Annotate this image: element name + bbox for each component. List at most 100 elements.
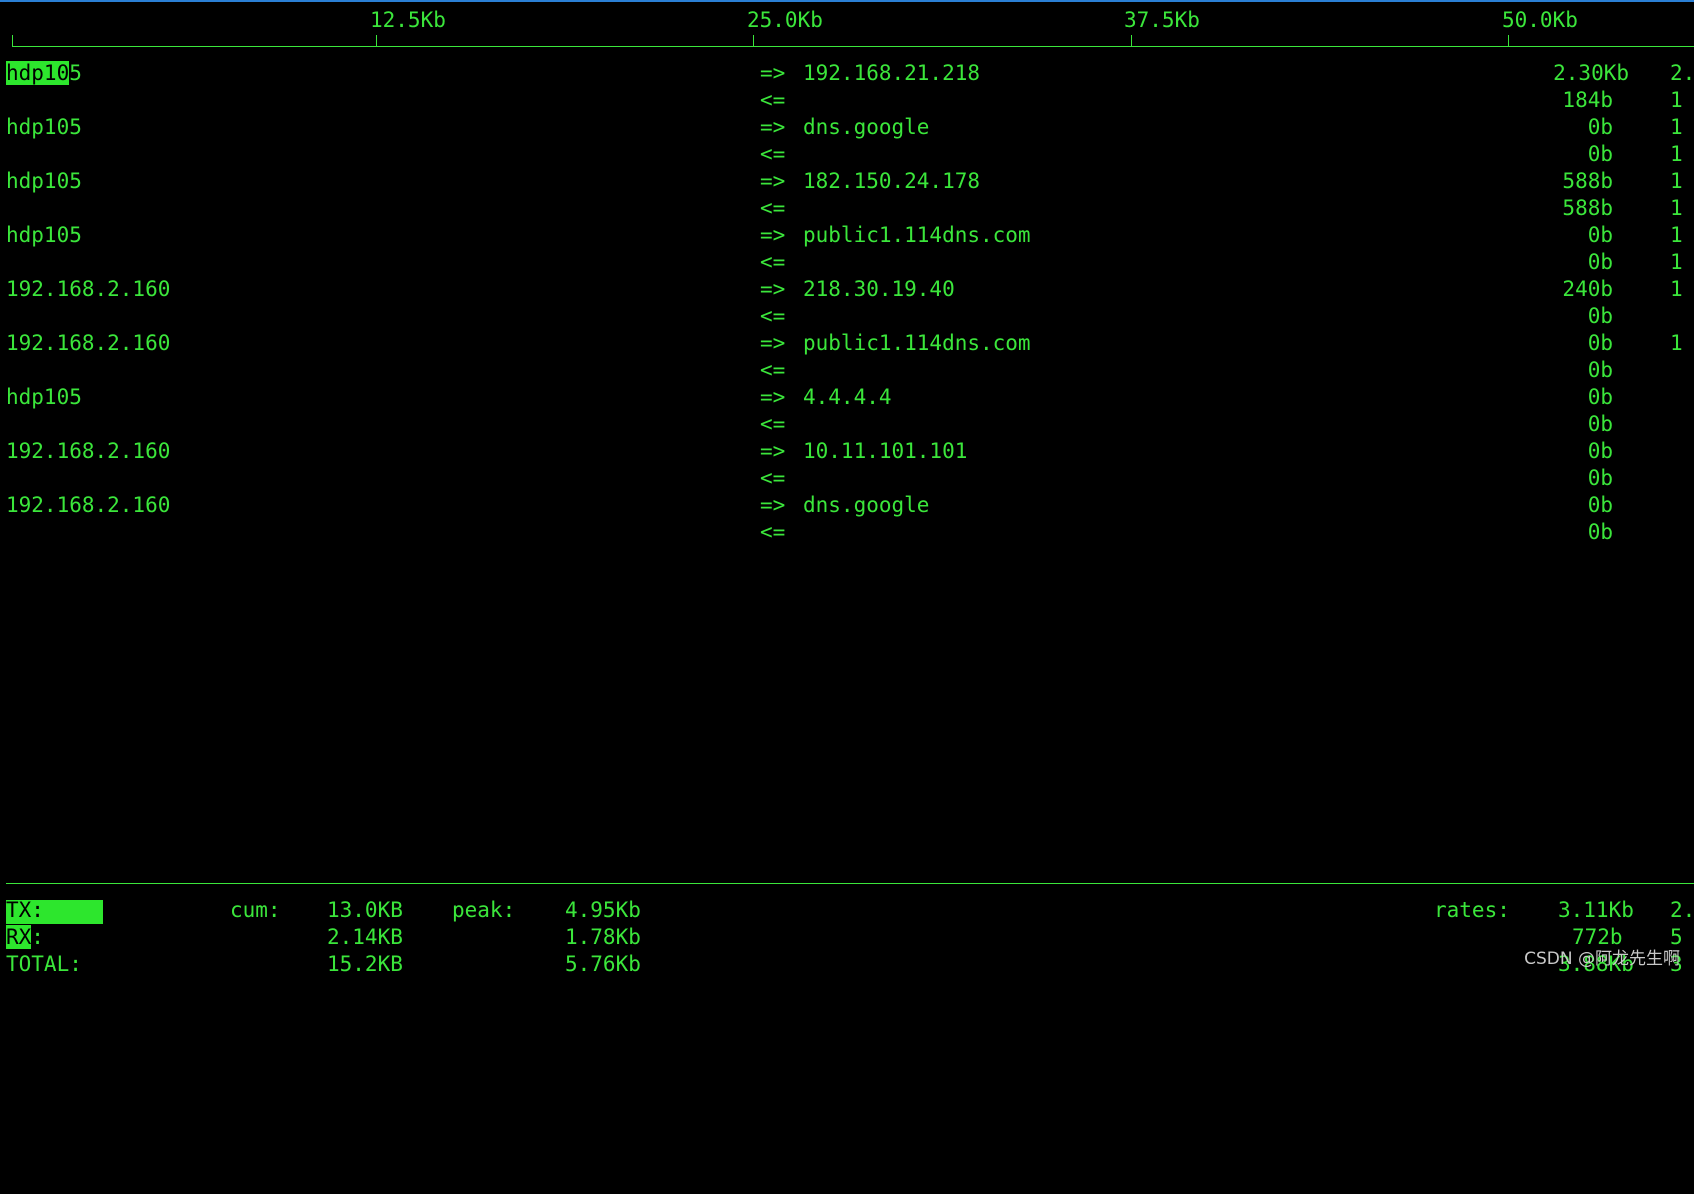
tx-totals-row: TX: cum: 13.0KB peak: 4.95Kb rates: 3.11… bbox=[0, 897, 1694, 924]
destination-host: 4.4.4.4 bbox=[803, 385, 892, 409]
destination-host: dns.google bbox=[803, 493, 930, 517]
destination-host: dns.google bbox=[803, 115, 930, 139]
destination-host: public1.114dns.com bbox=[803, 223, 1031, 247]
rx-rate: 0b bbox=[1587, 304, 1613, 328]
destination-host: 182.150.24.178 bbox=[803, 169, 981, 193]
rates-label: rates: bbox=[1434, 898, 1510, 922]
source-host: 192.168.2.160 bbox=[6, 277, 171, 301]
tx-rate: 240b bbox=[1562, 277, 1613, 301]
total-label: TOTAL: bbox=[6, 952, 82, 976]
connection-row-out[interactable]: hdp105 => 4.4.4.4 0b bbox=[0, 384, 1694, 411]
total-cum-value: 15.2KB bbox=[327, 952, 403, 976]
connection-row-out[interactable]: hdp105 => 182.150.24.178 588b 1 bbox=[0, 168, 1694, 195]
destination-host: public1.114dns.com bbox=[803, 331, 1031, 355]
rx-rate: 0b bbox=[1587, 142, 1613, 166]
tx-rate-truncated: 1 bbox=[1670, 277, 1683, 301]
peak-label: peak: bbox=[452, 898, 516, 922]
tx-rate-truncated: 1 bbox=[1670, 331, 1683, 355]
source-host: hdp105 bbox=[6, 61, 82, 85]
connection-row-out[interactable]: 192.168.2.160 => 10.11.101.101 0b bbox=[0, 438, 1694, 465]
outgoing-arrow: => bbox=[760, 331, 786, 355]
tx-cum-value: 13.0KB bbox=[327, 898, 403, 922]
csdn-watermark: CSDN @阿龙先生啊 bbox=[1524, 949, 1680, 969]
tx-rate-truncated: 1 bbox=[1670, 169, 1683, 193]
outgoing-arrow: => bbox=[760, 61, 786, 85]
incoming-arrow: <= bbox=[760, 520, 786, 544]
incoming-arrow: <= bbox=[760, 358, 786, 382]
tx-rate: 0b bbox=[1587, 385, 1613, 409]
selected-cursor: hdp10 bbox=[6, 61, 70, 85]
outgoing-arrow: => bbox=[760, 439, 786, 463]
connection-row-in: <= 0b bbox=[0, 303, 1694, 330]
source-host: 192.168.2.160 bbox=[6, 439, 171, 463]
scale-label-4: 50.0Kb bbox=[1502, 8, 1578, 32]
incoming-arrow: <= bbox=[760, 466, 786, 490]
incoming-arrow: <= bbox=[760, 196, 786, 220]
connection-row-out[interactable]: 192.168.2.160 => 218.30.19.40 240b 1 bbox=[0, 276, 1694, 303]
outgoing-arrow: => bbox=[760, 277, 786, 301]
incoming-arrow: <= bbox=[760, 250, 786, 274]
rx-rate: 0b bbox=[1587, 412, 1613, 436]
rx-rate-truncated: 1 bbox=[1670, 250, 1683, 274]
incoming-arrow: <= bbox=[760, 304, 786, 328]
window-top-border bbox=[0, 0, 1694, 2]
tx-rate: 0b bbox=[1587, 115, 1613, 139]
connection-row-in: <= 588b 1 bbox=[0, 195, 1694, 222]
tx-rate: 0b bbox=[1587, 493, 1613, 517]
outgoing-arrow: => bbox=[760, 169, 786, 193]
incoming-arrow: <= bbox=[760, 412, 786, 436]
outgoing-arrow: => bbox=[760, 385, 786, 409]
source-host: hdp105 bbox=[6, 115, 82, 139]
connection-row-in: <= 0b bbox=[0, 465, 1694, 492]
rx-rate: 0b bbox=[1587, 520, 1613, 544]
rx-cum-value: 2.14KB bbox=[327, 925, 403, 949]
incoming-arrow: <= bbox=[760, 142, 786, 166]
tx-rate-truncated: 1 bbox=[1670, 223, 1683, 247]
scale-label-1: 12.5Kb bbox=[370, 8, 446, 32]
connection-row-in: <= 0b bbox=[0, 411, 1694, 438]
rx-rate-truncated: 1 bbox=[1670, 88, 1683, 112]
rx-rate: 184b bbox=[1562, 88, 1613, 112]
rx-rate-truncated: 1 bbox=[1670, 142, 1683, 166]
incoming-arrow: <= bbox=[760, 88, 786, 112]
destination-host: 10.11.101.101 bbox=[803, 439, 968, 463]
tx-rate: 588b bbox=[1562, 169, 1613, 193]
tx-rate: 0b bbox=[1587, 439, 1613, 463]
scale-label-3: 37.5Kb bbox=[1124, 8, 1200, 32]
total-peak-value: 5.76Kb bbox=[565, 952, 641, 976]
connection-row-in: <= 0b bbox=[0, 357, 1694, 384]
connection-row-in: <= 0b 1 bbox=[0, 141, 1694, 168]
connection-row-out[interactable]: hdp105 => 192.168.21.218 2.30Kb 2. bbox=[0, 60, 1694, 87]
destination-host: 192.168.21.218 bbox=[803, 61, 981, 85]
source-host: 192.168.2.160 bbox=[6, 493, 171, 517]
connection-row-out[interactable]: hdp105 => public1.114dns.com 0b 1 bbox=[0, 222, 1694, 249]
source-host: hdp105 bbox=[6, 169, 82, 193]
tx-rate-truncated: 2. bbox=[1670, 898, 1694, 922]
tx-peak-value: 4.95Kb bbox=[565, 898, 641, 922]
rx-label: RX: bbox=[6, 925, 44, 949]
source-host: 192.168.2.160 bbox=[6, 331, 171, 355]
rx-rate: 588b bbox=[1562, 196, 1613, 220]
tx-rate: 2.30Kb bbox=[1553, 61, 1629, 85]
connection-row-out[interactable]: 192.168.2.160 => dns.google 0b bbox=[0, 492, 1694, 519]
rx-rate-truncated: 1 bbox=[1670, 196, 1683, 220]
outgoing-arrow: => bbox=[760, 115, 786, 139]
total-totals-row: TOTAL: 15.2KB 5.76Kb 3.88Kb 3 bbox=[0, 951, 1694, 978]
connection-row-in: <= 184b 1 bbox=[0, 87, 1694, 114]
connection-row-out[interactable]: 192.168.2.160 => public1.114dns.com 0b 1 bbox=[0, 330, 1694, 357]
rx-peak-value: 1.78Kb bbox=[565, 925, 641, 949]
source-host: hdp105 bbox=[6, 223, 82, 247]
outgoing-arrow: => bbox=[760, 493, 786, 517]
rx-rate: 0b bbox=[1587, 466, 1613, 490]
source-host: hdp105 bbox=[6, 385, 82, 409]
connection-row-out[interactable]: hdp105 => dns.google 0b 1 bbox=[0, 114, 1694, 141]
cum-label: cum: bbox=[230, 898, 281, 922]
tx-rate-truncated: 2. bbox=[1670, 61, 1694, 85]
outgoing-arrow: => bbox=[760, 223, 786, 247]
totals-separator bbox=[6, 883, 1694, 884]
tx-label: TX: bbox=[6, 898, 44, 922]
scale-label-2: 25.0Kb bbox=[747, 8, 823, 32]
rx-totals-row: RX: 2.14KB 1.78Kb 772b 5 bbox=[0, 924, 1694, 951]
tx-rate-value: 3.11Kb bbox=[1558, 898, 1634, 922]
rx-rate: 0b bbox=[1587, 358, 1613, 382]
